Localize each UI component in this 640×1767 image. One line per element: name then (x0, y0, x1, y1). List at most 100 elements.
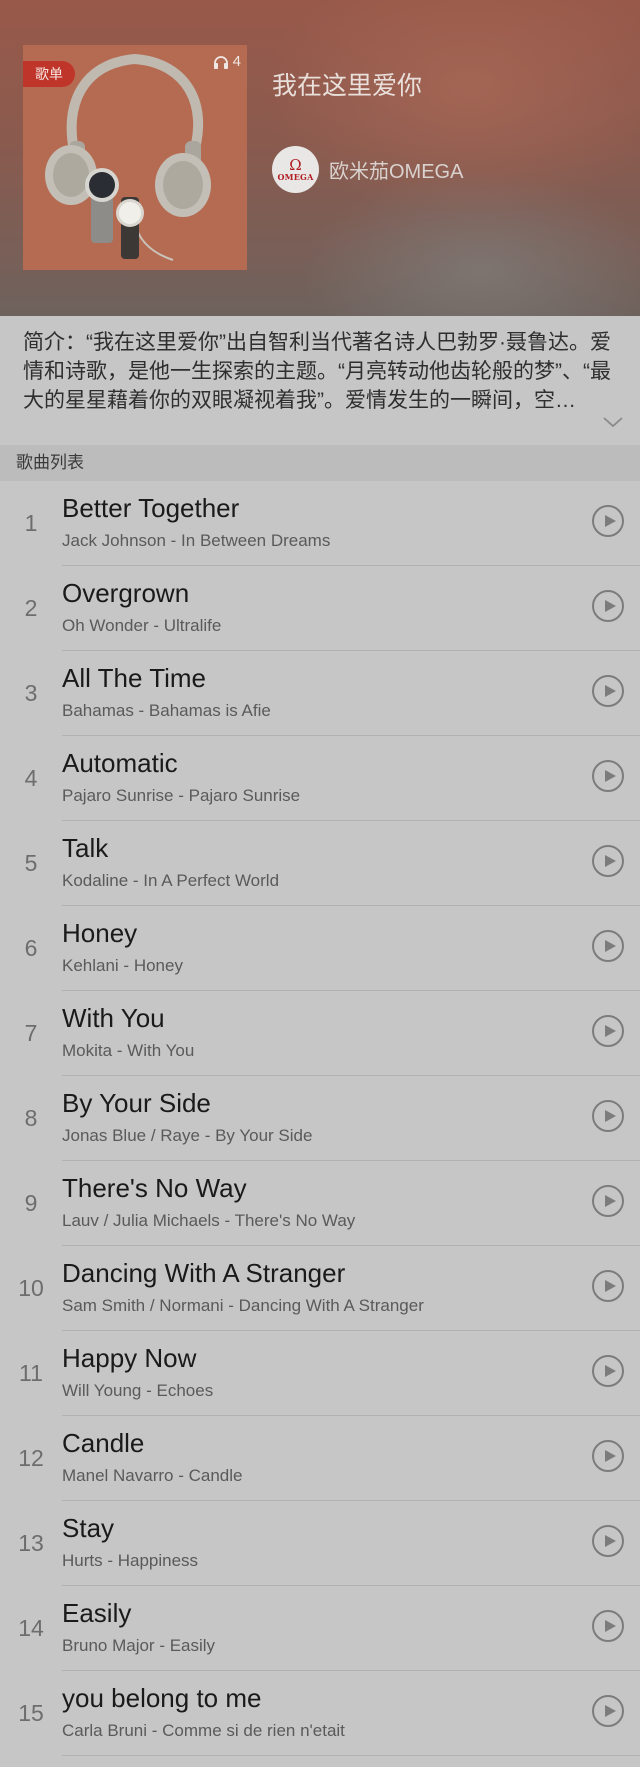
track-artist-album: Kehlani - Honey (62, 956, 183, 975)
play-icon[interactable] (592, 1695, 624, 1727)
play-icon[interactable] (592, 1610, 624, 1642)
track-row[interactable]: 4 Automatic Pajaro Sunrise - Pajaro Sunris… (0, 736, 640, 821)
track-title: Overgrown (62, 578, 190, 608)
track-artist-album: Jack Johnson - In Between Dreams (62, 531, 331, 550)
track-info: All The Time Bahamas - Bahamas is Afie (62, 662, 570, 722)
play-icon[interactable] (592, 590, 624, 622)
play-icon[interactable] (592, 1440, 624, 1472)
creator-avatar[interactable]: Ω OMEGA (272, 146, 319, 193)
track-row[interactable]: 12 Candle Manel Navarro - Candle (0, 1416, 640, 1501)
track-info: Honey Kehlani - Honey (62, 917, 570, 977)
description-text: 简介：“我在这里爱你”出自智利当代著名诗人巴勃罗·聂鲁达。爱情和诗歌，是他一生探… (23, 331, 611, 412)
track-title: There's No Way (62, 1173, 247, 1203)
track-title: Dancing With A Stranger (62, 1258, 346, 1288)
track-info: Candle Manel Navarro - Candle (62, 1427, 570, 1487)
track-artist-album: Carla Bruni - Comme si de rien n'etait (62, 1721, 345, 1740)
playlist-cover[interactable]: 歌单 4 (23, 45, 247, 270)
track-title: Happy Now (62, 1343, 197, 1373)
playlist-badge: 歌单 (23, 61, 75, 87)
track-number: 2 (24, 595, 38, 621)
track-artist-album: Manel Navarro - Candle (62, 1466, 243, 1485)
track-title: Stay (62, 1513, 115, 1543)
track-row[interactable]: 10 Dancing With A Stranger Sam Smith / Nor… (0, 1246, 640, 1331)
track-row[interactable]: 14 Easily Bruno Major - Easily (0, 1586, 640, 1671)
track-row[interactable]: 11 Happy Now Will Young - Echoes (0, 1331, 640, 1416)
track-title: you belong to me (62, 1683, 262, 1713)
play-icon[interactable] (592, 1100, 624, 1132)
track-row[interactable]: 15 you belong to me Carla Bruni - Comme si… (0, 1671, 640, 1756)
play-icon[interactable] (592, 930, 624, 962)
creator-name[interactable]: 欧米茄OMEGA (329, 155, 463, 184)
play-icon[interactable] (592, 1015, 624, 1047)
headphones-icon (213, 55, 228, 69)
track-artist-album: Mokita - With You (62, 1041, 195, 1060)
track-artist-album: Bruno Major - Easily (62, 1636, 216, 1655)
listen-count-value: 4 (232, 53, 241, 70)
track-title: Better Together (62, 493, 240, 523)
row-divider (62, 1755, 640, 1756)
track-row[interactable]: 3 All The Time Bahamas - Bahamas is Afie (0, 651, 640, 736)
track-row[interactable]: 9 There's No Way Lauv / Julia Michaels - T… (0, 1161, 640, 1246)
track-row[interactable]: 1 Better Together Jack Johnson - In Betwee… (0, 481, 640, 566)
track-number: 3 (24, 680, 38, 706)
track-info: Overgrown Oh Wonder - Ultralife (62, 577, 570, 637)
play-icon[interactable] (592, 505, 624, 537)
track-number: 8 (24, 1105, 38, 1131)
track-info: Automatic Pajaro Sunrise - Pajaro Sunrise (62, 747, 570, 807)
track-number: 7 (24, 1020, 38, 1046)
track-number: 14 (18, 1615, 44, 1641)
track-title: Automatic (62, 748, 178, 778)
track-artist-album: Hurts - Happiness (62, 1551, 199, 1570)
track-title: With You (62, 1003, 165, 1033)
track-number: 9 (24, 1190, 38, 1216)
track-title: All The Time (62, 663, 207, 693)
track-artist-album: Will Young - Echoes (62, 1381, 214, 1400)
track-row[interactable]: 13 Stay Hurts - Happiness (0, 1501, 640, 1586)
play-icon[interactable] (592, 845, 624, 877)
play-icon[interactable] (592, 760, 624, 792)
track-title: Honey (62, 918, 138, 948)
listen-count: 4 (213, 53, 241, 70)
omega-logo-icon: Ω (289, 156, 302, 174)
track-number: 4 (24, 765, 38, 791)
track-artist-album: Lauv / Julia Michaels - There's No Way (62, 1211, 356, 1230)
play-icon[interactable] (592, 1185, 624, 1217)
track-number: 10 (18, 1275, 44, 1301)
chevron-down-icon[interactable] (602, 416, 624, 428)
track-title: Talk (62, 833, 109, 863)
track-number: 1 (24, 510, 38, 536)
track-info: Better Together Jack Johnson - In Between… (62, 492, 570, 552)
track-artist-album: Oh Wonder - Ultralife (62, 616, 222, 635)
play-icon[interactable] (592, 1355, 624, 1387)
track-title: By Your Side (62, 1088, 211, 1118)
track-number: 6 (24, 935, 38, 961)
track-number: 5 (24, 850, 38, 876)
track-list-header: 歌曲列表 (0, 445, 640, 481)
track-info: Easily Bruno Major - Easily (62, 1597, 570, 1657)
track-row[interactable]: 7 With You Mokita - With You (0, 991, 640, 1076)
track-info: Happy Now Will Young - Echoes (62, 1342, 570, 1402)
track-info: you belong to me Carla Bruni - Comme si d… (62, 1682, 570, 1742)
playlist-description[interactable]: 简介：“我在这里爱你”出自智利当代著名诗人巴勃罗·聂鲁达。爱情和诗歌，是他一生探… (0, 316, 640, 445)
track-info: Dancing With A Stranger Sam Smith / Norma… (62, 1257, 570, 1317)
playlist-title: 我在这里爱你 (272, 72, 423, 100)
track-list: 1 Better Together Jack Johnson - In Betwee… (0, 481, 640, 1756)
track-row[interactable]: 6 Honey Kehlani - Honey (0, 906, 640, 991)
track-info: There's No Way Lauv / Julia Michaels - Th… (62, 1172, 570, 1232)
track-row[interactable]: 5 Talk Kodaline - In A Perfect World (0, 821, 640, 906)
track-artist-album: Bahamas - Bahamas is Afie (62, 701, 271, 720)
play-icon[interactable] (592, 675, 624, 707)
track-artist-album: Kodaline - In A Perfect World (62, 871, 280, 890)
creator-info[interactable]: Ω OMEGA 欧米茄OMEGA (272, 146, 463, 193)
track-info: By Your Side Jonas Blue / Raye - By Your … (62, 1087, 570, 1147)
track-number: 11 (19, 1360, 43, 1386)
track-number: 12 (18, 1445, 44, 1471)
track-row[interactable]: 8 By Your Side Jonas Blue / Raye - By Your… (0, 1076, 640, 1161)
track-title: Candle (62, 1428, 145, 1458)
track-title: Easily (62, 1598, 132, 1628)
play-icon[interactable] (592, 1525, 624, 1557)
track-number: 13 (18, 1530, 44, 1556)
track-row[interactable]: 2 Overgrown Oh Wonder - Ultralife (0, 566, 640, 651)
play-icon[interactable] (592, 1270, 624, 1302)
omega-logo-text: OMEGA (277, 172, 314, 182)
